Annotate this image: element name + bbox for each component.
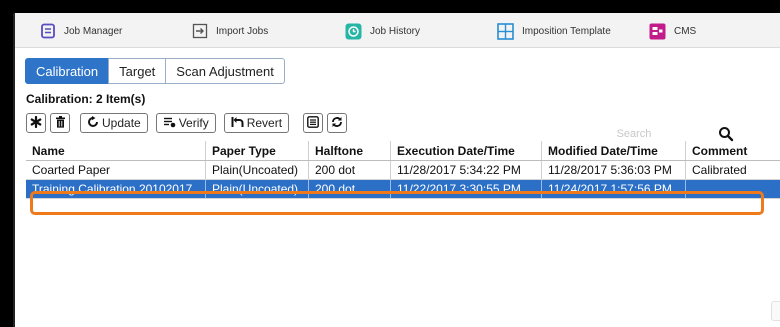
trash-icon bbox=[55, 115, 66, 131]
job-manager-button[interactable]: Job Manager bbox=[39, 20, 122, 42]
calibration-table: Name Paper Type Halftone Execution Date/… bbox=[26, 141, 780, 199]
update-button[interactable]: Update bbox=[80, 113, 148, 133]
app-window: Job Manager Import Jobs Job History Impo… bbox=[13, 13, 780, 327]
imposition-template-button[interactable]: Imposition Template bbox=[497, 20, 611, 42]
tab-calibration[interactable]: Calibration bbox=[25, 58, 110, 84]
cell-execution-date: 11/28/2017 5:34:22 PM bbox=[390, 161, 541, 179]
update-label: Update bbox=[102, 116, 141, 130]
asterisk-icon bbox=[30, 115, 42, 131]
revert-label: Revert bbox=[246, 116, 283, 130]
cell-halftone: 200 dot bbox=[308, 180, 390, 198]
cell-comment bbox=[685, 180, 780, 198]
cms-button[interactable]: CMS bbox=[649, 20, 696, 42]
delete-button[interactable] bbox=[50, 113, 70, 133]
refresh-icon bbox=[87, 115, 99, 131]
imposition-template-label: Imposition Template bbox=[522, 25, 611, 37]
reload-button[interactable] bbox=[327, 113, 348, 133]
column-header-modified-date[interactable]: Modified Date/Time bbox=[541, 141, 685, 160]
import-icon bbox=[191, 23, 208, 40]
column-header-paper-type[interactable]: Paper Type bbox=[205, 141, 308, 160]
new-button[interactable] bbox=[26, 113, 46, 133]
cell-halftone: 200 dot bbox=[308, 161, 390, 179]
columns-button[interactable] bbox=[303, 113, 324, 133]
cell-modified-date: 11/24/2017 1:57:56 PM bbox=[541, 180, 685, 198]
column-header-execution-date[interactable]: Execution Date/Time bbox=[390, 141, 541, 160]
cell-modified-date: 11/28/2017 5:36:03 PM bbox=[541, 161, 685, 179]
revert-button[interactable]: Revert bbox=[223, 113, 290, 133]
tab-target[interactable]: Target bbox=[108, 58, 167, 84]
cell-paper-type: Plain(Uncoated) bbox=[205, 180, 308, 198]
grid-icon bbox=[497, 22, 514, 40]
scroll-button[interactable] bbox=[771, 301, 780, 321]
verify-icon bbox=[163, 116, 176, 131]
tab-bar: Calibration Target Scan Adjustment bbox=[25, 58, 285, 84]
job-manager-icon bbox=[39, 23, 56, 40]
search-icon[interactable] bbox=[718, 126, 734, 142]
history-icon bbox=[345, 23, 362, 40]
table-header-row: Name Paper Type Halftone Execution Date/… bbox=[26, 141, 780, 161]
import-jobs-button[interactable]: Import Jobs bbox=[191, 20, 268, 42]
cell-name: Training Calibration 20102017 bbox=[32, 182, 193, 196]
cell-name: Coarted Paper bbox=[32, 163, 111, 177]
cell-paper-type: Plain(Uncoated) bbox=[205, 161, 308, 179]
reload-icon bbox=[331, 116, 343, 131]
table-row-selected[interactable]: Training Calibration 20102017 Plain(Unco… bbox=[26, 180, 780, 199]
list-icon bbox=[307, 115, 319, 131]
verify-button[interactable]: Verify bbox=[155, 113, 216, 133]
table-row[interactable]: Coarted Paper Plain(Uncoated) 200 dot 11… bbox=[26, 161, 780, 180]
revert-icon bbox=[231, 116, 244, 131]
tab-scan-adjustment[interactable]: Scan Adjustment bbox=[165, 58, 285, 84]
verify-label: Verify bbox=[178, 116, 209, 130]
column-header-comment[interactable]: Comment bbox=[685, 141, 780, 160]
cell-execution-date: 11/22/2017 3:30:55 PM bbox=[390, 180, 541, 198]
top-toolbar: Job Manager Import Jobs Job History Impo… bbox=[15, 13, 780, 48]
job-history-button[interactable]: Job History bbox=[345, 20, 420, 42]
import-jobs-label: Import Jobs bbox=[216, 25, 269, 37]
item-count-heading: Calibration: 2 Item(s) bbox=[26, 92, 146, 106]
job-history-label: Job History bbox=[370, 25, 421, 37]
job-manager-label: Job Manager bbox=[64, 25, 123, 37]
cms-label: CMS bbox=[674, 25, 697, 37]
cms-icon bbox=[649, 23, 666, 40]
action-bar: Update Verify Revert bbox=[26, 112, 351, 134]
column-header-halftone[interactable]: Halftone bbox=[308, 141, 390, 160]
column-header-name[interactable]: Name bbox=[26, 141, 205, 160]
cell-comment: Calibrated bbox=[685, 161, 780, 179]
